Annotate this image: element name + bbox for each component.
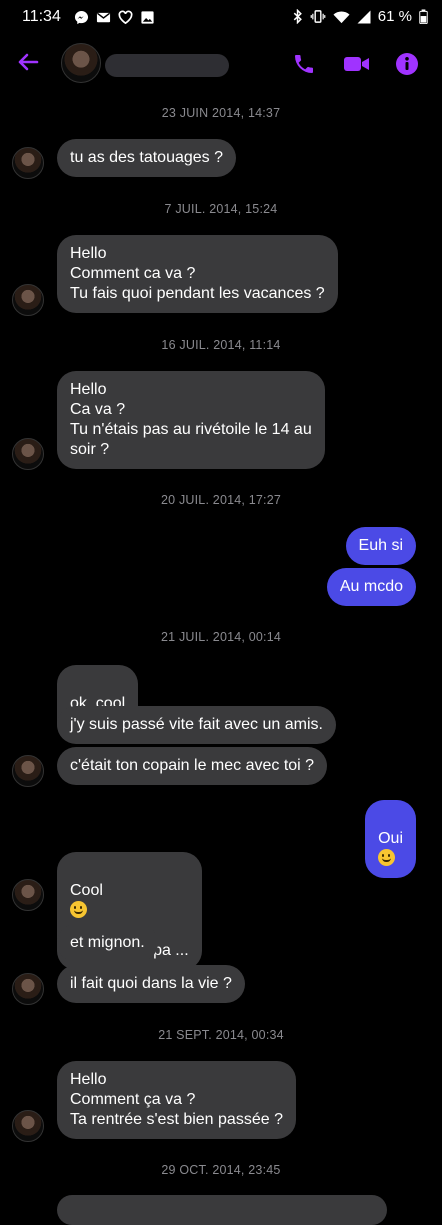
smiley-emoji-icon [70,901,87,918]
messenger-notification-icon [74,10,89,25]
message-bubble[interactable]: il fait quoi dans la vie ? [57,965,245,1003]
phone-icon[interactable] [292,52,316,76]
message-bubble[interactable]: Hello Comment ça va ? Ta rentrée s'est b… [57,1061,296,1139]
info-icon[interactable] [395,52,419,76]
timestamp: 7 JUIL. 2014, 15:24 [164,202,278,216]
message-text: Oui [378,830,403,847]
status-bar: 11:34 61 % [0,0,442,34]
timestamp: 20 JUIL. 2014, 17:27 [160,493,282,507]
contact-name[interactable] [105,54,229,77]
sender-avatar[interactable] [12,973,44,1005]
outgoing-message-bubble[interactable]: Au mcdo [326,568,416,606]
sender-avatar[interactable] [12,755,44,787]
timestamp: 21 JUIL. 2014, 00:14 [160,630,282,644]
message-bubble[interactable]: j'y suis passé vite fait avec un amis. [57,706,336,744]
message-bubble[interactable]: tu as des tatouages ? [57,139,236,177]
timestamp: 21 SEPT. 2014, 00:34 [158,1028,284,1042]
message-text: Cool [70,882,103,899]
conversation-header [0,34,442,94]
video-camera-icon[interactable] [343,52,371,76]
battery-percentage: 61 % [377,8,412,25]
sender-avatar[interactable] [12,1110,44,1142]
message-bubble[interactable]: c'était ton copain le mec avec toi ? [57,747,328,785]
heart-notification-icon [118,10,133,25]
vibrate-icon [310,10,326,23]
mail-notification-icon [96,12,111,23]
sender-avatar[interactable] [12,147,44,179]
sender-avatar[interactable] [12,284,44,316]
message-bubble[interactable]: Hello Ca va ? Tu n'étais pas au rivétoil… [57,371,325,469]
timestamp: 23 JUIN 2014, 14:37 [161,106,281,120]
contact-avatar[interactable] [61,43,101,83]
message-bubble[interactable]: et mignon. [57,924,158,962]
bluetooth-icon [293,9,302,24]
image-notification-icon [141,11,154,24]
notification-icons [74,10,155,25]
arrow-left-icon[interactable] [16,50,40,74]
message-bubble[interactable]: Hello Comment ca va ? Tu fais quoi penda… [57,235,338,313]
sender-avatar[interactable] [12,879,44,911]
sender-avatar[interactable] [12,438,44,470]
battery-icon [419,9,428,24]
timestamp: 16 JUIL. 2014, 11:14 [161,338,281,352]
outgoing-message-bubble[interactable]: Oui [365,800,416,878]
wifi-icon [333,10,350,23]
system-icons: 61 % [293,8,428,25]
smiley-emoji-icon [378,849,396,866]
outgoing-message-bubble[interactable]: Euh si [345,527,416,565]
signal-icon [357,10,371,23]
timestamp: 29 OCT. 2014, 23:45 [161,1163,281,1177]
status-time: 11:34 [22,8,61,25]
